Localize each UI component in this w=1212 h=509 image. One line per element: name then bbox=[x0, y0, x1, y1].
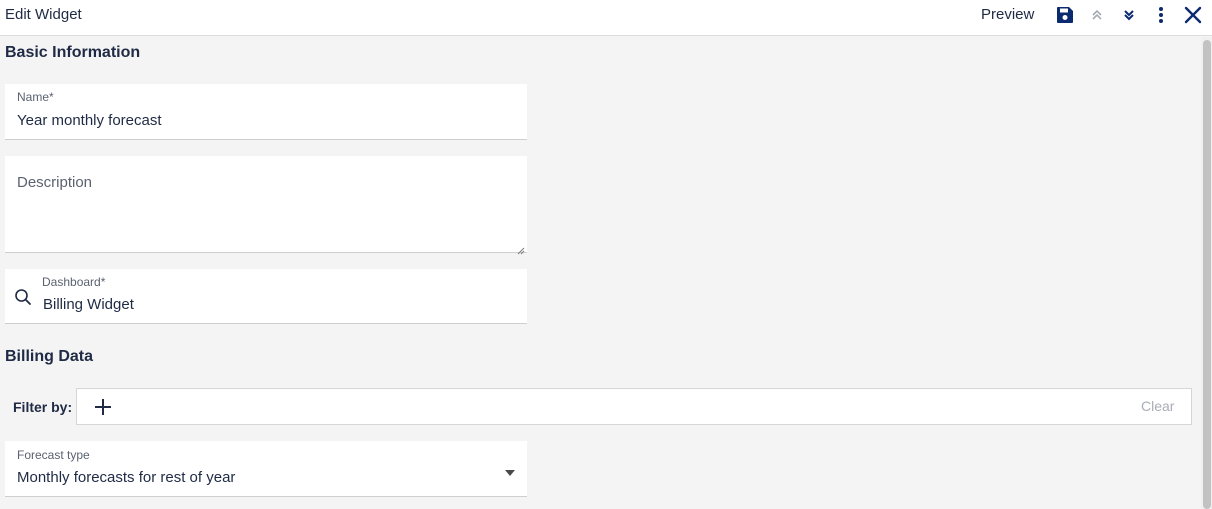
dashboard-label: Dashboard* bbox=[42, 275, 106, 289]
close-icon[interactable] bbox=[1182, 4, 1204, 26]
filter-box[interactable] bbox=[76, 388, 1192, 425]
forecast-type-value[interactable]: Monthly forecasts for rest of year bbox=[17, 469, 235, 486]
more-vertical-icon[interactable] bbox=[1150, 4, 1172, 26]
save-icon[interactable] bbox=[1054, 4, 1076, 26]
caret-down-icon[interactable] bbox=[505, 463, 515, 481]
dashboard-input[interactable]: Billing Widget bbox=[43, 296, 134, 313]
dashboard-field[interactable]: Dashboard* Billing Widget bbox=[5, 269, 527, 324]
description-textarea[interactable]: Description bbox=[17, 174, 92, 191]
scrollbar-thumb[interactable] bbox=[1203, 40, 1211, 509]
resize-handle-icon[interactable] bbox=[517, 242, 525, 255]
name-input[interactable]: Year monthly forecast bbox=[17, 112, 162, 129]
section-billing-data: Billing Data bbox=[5, 348, 94, 365]
widget-header: Edit Widget Preview bbox=[0, 0, 1212, 36]
forecast-type-select[interactable]: Forecast type Monthly forecasts for rest… bbox=[5, 441, 527, 497]
filter-by-label: Filter by: bbox=[13, 399, 73, 415]
description-field[interactable]: Description bbox=[5, 156, 527, 255]
double-chevron-down-icon[interactable] bbox=[1118, 4, 1140, 26]
name-label: Name* bbox=[17, 90, 54, 104]
forecast-type-label: Forecast type bbox=[17, 448, 90, 462]
search-icon bbox=[14, 288, 32, 311]
page-title: Edit Widget bbox=[5, 6, 82, 23]
plus-icon[interactable] bbox=[92, 396, 114, 418]
section-basic-information: Basic Information bbox=[5, 44, 141, 61]
name-field[interactable]: Name* Year monthly forecast bbox=[5, 84, 527, 140]
double-chevron-up-icon[interactable] bbox=[1086, 4, 1108, 26]
preview-button[interactable]: Preview bbox=[981, 6, 1034, 23]
clear-filter-button[interactable]: Clear bbox=[1141, 398, 1174, 414]
